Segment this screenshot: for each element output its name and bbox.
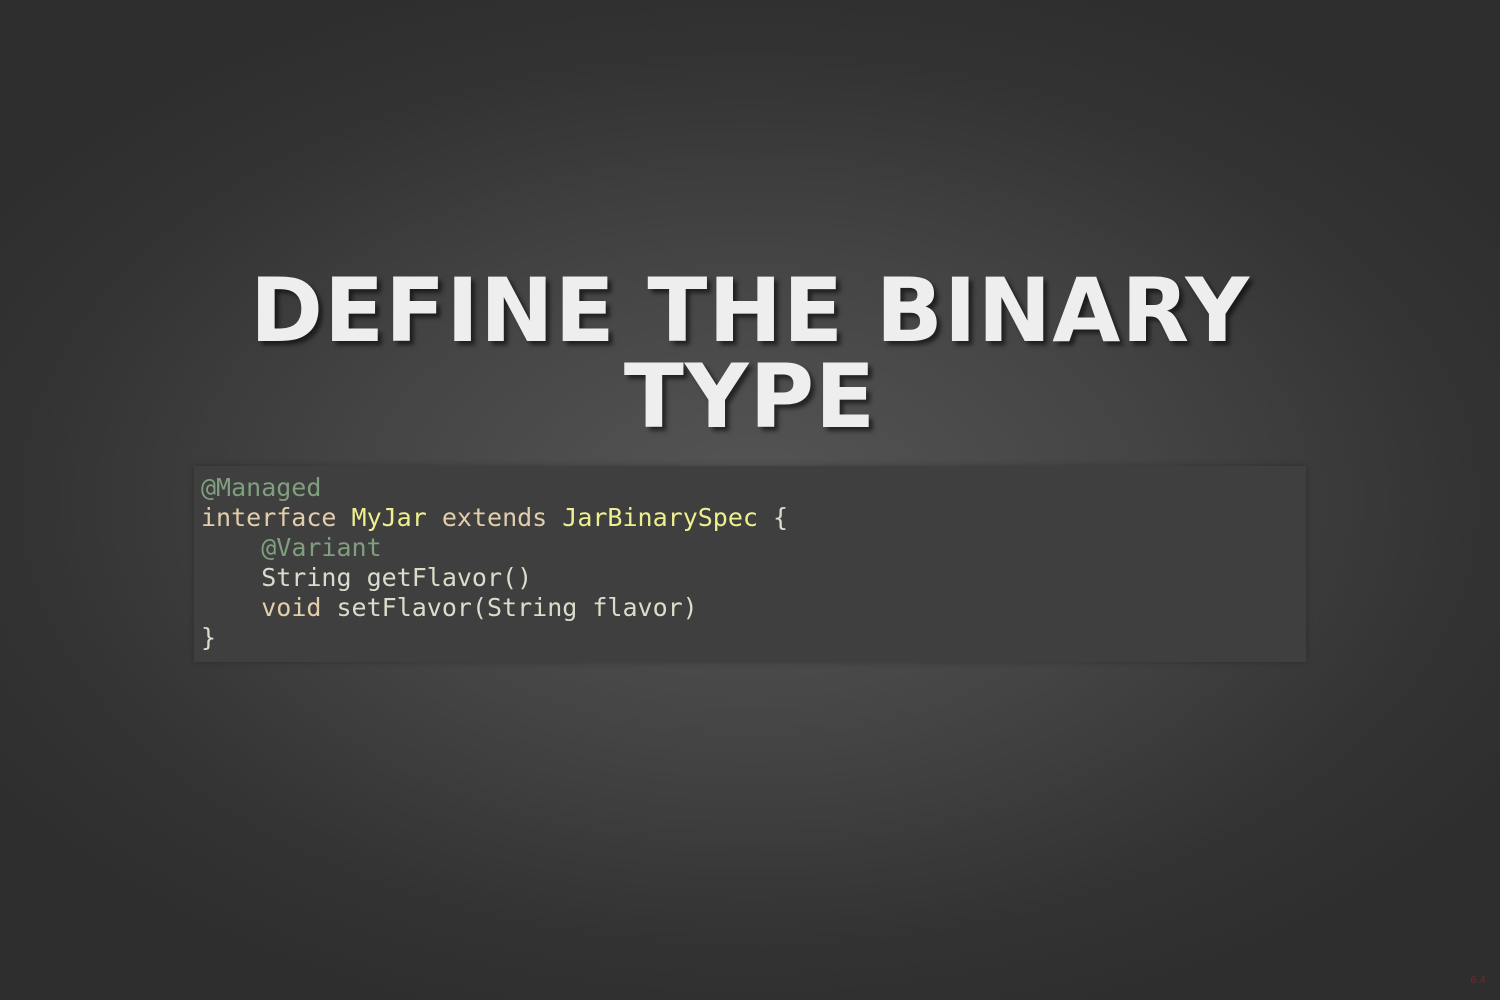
code-line: interface MyJar extends JarBinarySpec { xyxy=(201,503,1306,533)
code-token-method: String getFlavor() xyxy=(201,563,533,592)
slide-title-line-2: TYPE xyxy=(623,345,877,448)
code-token-keyword: void xyxy=(261,593,322,622)
code-token-keyword: interface xyxy=(201,503,337,532)
code-token-annotation: @Managed xyxy=(201,473,322,502)
slide-title: DEFINE THE BINARY TYPE xyxy=(150,267,1350,441)
code-token-keyword: extends xyxy=(441,503,548,532)
code-line: @Managed xyxy=(201,473,1306,503)
code-line: } xyxy=(201,623,1306,653)
code-line: String getFlavor() xyxy=(201,563,1306,593)
code-token-brace: { xyxy=(757,503,789,532)
code-token-method: setFlavor(String flavor) xyxy=(321,593,698,622)
code-token-class-name: MyJar xyxy=(351,503,427,532)
code-line: void setFlavor(String flavor) xyxy=(201,593,1306,623)
code-token-brace: } xyxy=(201,623,217,652)
slide-number: 6.4 xyxy=(1470,975,1486,986)
code-token-indent xyxy=(201,533,261,562)
code-line: @Variant xyxy=(201,533,1306,563)
code-token-annotation: @Variant xyxy=(261,533,382,562)
code-block: @Managed interface MyJar extends JarBinar… xyxy=(194,466,1306,662)
code-token-class-name: JarBinarySpec xyxy=(562,503,758,532)
code-token-indent xyxy=(201,593,261,622)
presentation-slide: DEFINE THE BINARY TYPE @Managed interface … xyxy=(0,0,1500,1000)
